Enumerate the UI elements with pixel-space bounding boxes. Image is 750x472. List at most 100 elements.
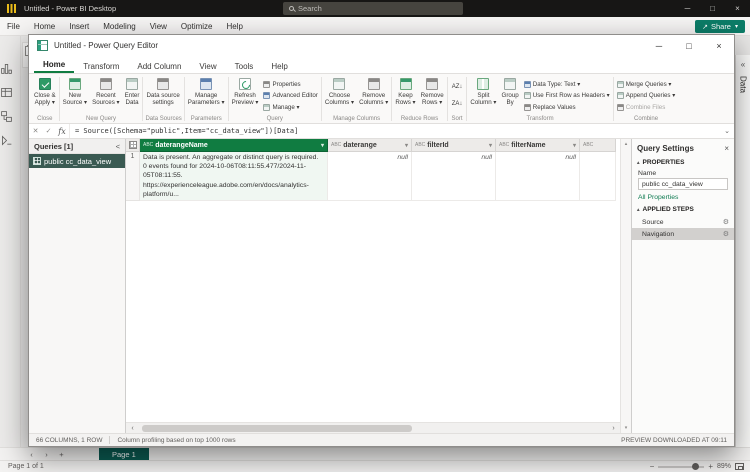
cell-daterangeName[interactable]: Data is present. An aggregate or distinc… — [140, 152, 328, 201]
share-button[interactable]: ↗ Share ▾ — [695, 20, 745, 33]
filter-icon[interactable]: ▾ — [321, 142, 324, 149]
step-source[interactable]: Source ⚙ — [632, 216, 734, 228]
cell-filterId[interactable]: null — [412, 152, 496, 201]
tab-home[interactable]: Home — [34, 57, 75, 73]
zoom-slider[interactable] — [658, 463, 705, 470]
remove-columns-button[interactable]: Remove Columns ▾ — [357, 75, 390, 116]
tab-tools[interactable]: Tools — [226, 59, 263, 73]
page-tab-active[interactable]: Page 1 — [99, 448, 149, 460]
cell-filterName[interactable]: null — [496, 152, 580, 201]
column-header-daterangeName[interactable]: ABC daterangeName ▾ — [140, 139, 328, 152]
step-navigation-selected[interactable]: Navigation ⚙ — [632, 228, 734, 240]
column-header-filterName[interactable]: ABC filterName ▾ — [496, 139, 580, 152]
search-input[interactable] — [298, 4, 457, 13]
filter-icon[interactable]: ▾ — [573, 142, 576, 149]
properties-button[interactable]: Properties — [263, 80, 317, 88]
pq-close-button[interactable]: × — [704, 35, 734, 56]
query-name-input[interactable] — [638, 178, 728, 190]
dax-query-view-icon[interactable] — [0, 134, 20, 147]
keep-rows-button[interactable]: Keep Rows ▾ — [393, 75, 417, 116]
tab-transform[interactable]: Transform — [74, 59, 128, 73]
pq-titlebar[interactable]: Untitled - Power Query Editor ─ □ × — [29, 35, 734, 56]
formula-input[interactable]: = Source([Schema="public",Item="cc_data_… — [69, 124, 720, 138]
menu-help[interactable]: Help — [219, 17, 249, 35]
tab-help[interactable]: Help — [262, 59, 296, 73]
close-icon[interactable]: × — [724, 144, 729, 153]
sort-ascending-button[interactable]: AZ↓ — [449, 83, 466, 91]
close-button[interactable]: × — [725, 0, 750, 17]
append-queries-button[interactable]: Append Queries ▾ — [616, 92, 675, 99]
close-and-apply-button[interactable]: Close & Apply ▾ — [32, 75, 58, 116]
report-view-icon[interactable] — [0, 62, 20, 75]
data-pane-collapsed[interactable]: « Data — [735, 55, 750, 447]
menu-file[interactable]: File — [0, 17, 27, 35]
scrollbar-thumb[interactable] — [142, 424, 413, 432]
advanced-editor-button[interactable]: Advanced Editor — [263, 92, 318, 99]
cell-partial[interactable] — [580, 152, 616, 201]
group-by-button[interactable]: Group By — [500, 75, 521, 116]
manage-button[interactable]: Manage ▾ — [263, 103, 317, 111]
data-type-button[interactable]: Data Type: Text ▾ — [523, 80, 610, 88]
column-header-partial[interactable]: ABC — [580, 139, 616, 152]
pq-maximize-button[interactable]: □ — [674, 35, 704, 56]
scroll-down-icon[interactable]: ▾ — [625, 425, 628, 431]
gear-icon[interactable]: ⚙ — [723, 218, 729, 226]
add-page-button[interactable]: + — [54, 448, 69, 460]
pq-minimize-button[interactable]: ─ — [644, 35, 674, 56]
data-source-settings-button[interactable]: Data source settings — [144, 75, 181, 116]
scroll-left-icon[interactable]: ‹ — [126, 425, 139, 432]
menu-home[interactable]: Home — [27, 17, 62, 35]
gear-icon[interactable]: ⚙ — [723, 230, 729, 238]
manage-parameters-button[interactable]: Manage Parameters ▾ — [186, 75, 227, 116]
vertical-scrollbar[interactable]: ▴ ▾ — [620, 139, 631, 433]
column-header-daterange[interactable]: ABC daterange ▾ — [328, 139, 412, 152]
menu-view[interactable]: View — [143, 17, 174, 35]
menu-insert[interactable]: Insert — [62, 17, 96, 35]
applied-steps-section-header[interactable]: ▴ APPLIED STEPS — [632, 203, 734, 215]
model-view-icon[interactable] — [0, 110, 20, 123]
zoom-out-button[interactable]: − — [650, 462, 655, 471]
recent-sources-button[interactable]: Recent Sources ▾ — [90, 75, 122, 116]
filter-icon[interactable]: ▾ — [405, 142, 408, 149]
zoom-level[interactable]: 89% — [717, 463, 731, 470]
expand-formula-bar-icon[interactable]: ⌄ — [720, 127, 734, 135]
column-header-filterId[interactable]: ABC filterId ▾ — [412, 139, 496, 152]
table-view-icon[interactable] — [0, 86, 20, 99]
collapse-queries-panel-icon[interactable]: < — [116, 142, 120, 151]
minimize-button[interactable]: ─ — [675, 0, 700, 17]
select-all-corner[interactable] — [126, 139, 140, 152]
global-search-box[interactable] — [283, 2, 463, 15]
expand-pane-icon[interactable]: « — [741, 60, 745, 69]
menu-modeling[interactable]: Modeling — [96, 17, 142, 35]
choose-columns-button[interactable]: Choose Columns ▾ — [323, 75, 356, 116]
maximize-button[interactable]: □ — [700, 0, 725, 17]
scroll-right-icon[interactable]: › — [607, 425, 620, 432]
row-number[interactable]: 1 — [126, 152, 140, 201]
column-profiling-status[interactable]: Column profiling based on top 1000 rows — [117, 437, 235, 444]
sort-descending-button[interactable]: ZA↓ — [449, 100, 466, 108]
new-source-button[interactable]: New Source ▾ — [61, 75, 89, 116]
next-page-button[interactable]: › — [39, 448, 54, 460]
replace-values-button[interactable]: Replace Values — [523, 103, 610, 111]
enter-data-button[interactable]: Enter Data — [123, 75, 142, 116]
zoom-slider-thumb[interactable] — [692, 463, 700, 470]
horizontal-scrollbar[interactable]: ‹ › — [126, 422, 620, 433]
tab-view[interactable]: View — [190, 59, 225, 73]
remove-rows-button[interactable]: Remove Rows ▾ — [419, 75, 446, 116]
fit-to-page-icon[interactable] — [735, 463, 744, 470]
cancel-formula-icon[interactable]: ✕ — [29, 127, 42, 135]
cell-daterange[interactable]: null — [328, 152, 412, 201]
filter-icon[interactable]: ▾ — [489, 142, 492, 149]
scroll-up-icon[interactable]: ▴ — [625, 141, 628, 147]
properties-section-header[interactable]: ▴ PROPERTIES — [632, 156, 734, 168]
merge-queries-button[interactable]: Merge Queries ▾ — [616, 80, 676, 88]
tab-add-column[interactable]: Add Column — [128, 59, 190, 73]
zoom-in-button[interactable]: + — [708, 462, 713, 471]
query-list-item-selected[interactable]: public cc_data_view — [29, 154, 125, 168]
scrollbar-track[interactable] — [140, 424, 606, 432]
use-first-row-as-headers-button[interactable]: Use First Row as Headers ▾ — [523, 92, 610, 99]
refresh-preview-button[interactable]: Refresh Preview ▾ — [230, 75, 261, 116]
commit-formula-icon[interactable]: ✓ — [42, 127, 55, 135]
menu-optimize[interactable]: Optimize — [174, 17, 220, 35]
prev-page-button[interactable]: ‹ — [24, 448, 39, 460]
